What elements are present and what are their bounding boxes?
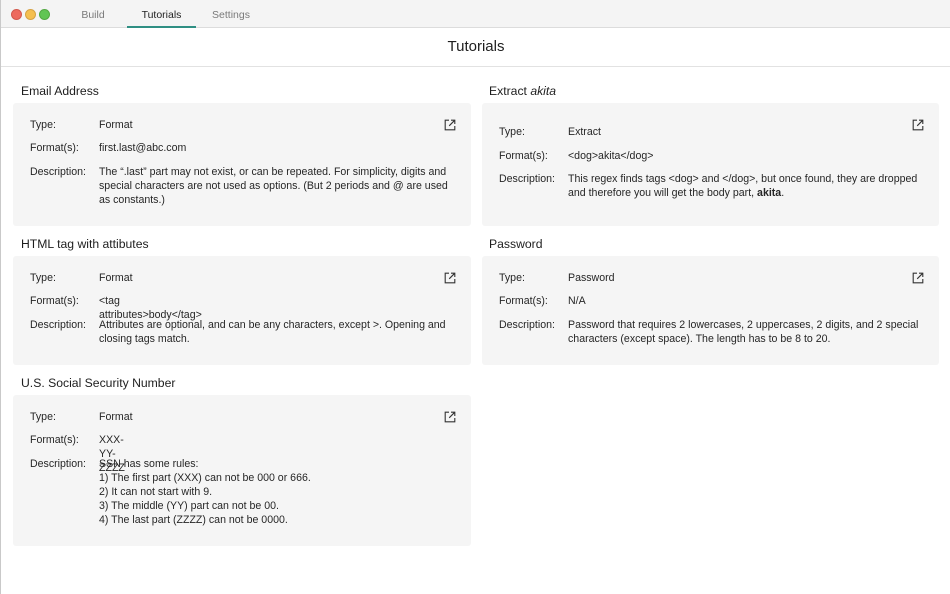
type-value: Format [99,272,133,284]
description-line: 4) The last part (ZZZZ) can not be 0000. [99,514,288,526]
tab-build-label: Build [81,9,105,21]
description-label: Description: [30,319,86,331]
description-line: closing tags match. [99,333,190,345]
external-link-icon[interactable] [912,272,924,284]
type-label: Type: [30,272,56,284]
formats-value: <dog>akita</dog> [568,150,654,162]
description-value: This regex finds tags <dog> and </dog>, … [568,172,928,200]
formats-label: Format(s): [30,434,79,446]
description-line: as constants.) [99,194,165,206]
description-line: Attributes are optional, and can be any … [99,319,446,331]
description-line: The “.last” part may not exist, or can b… [99,166,447,178]
ssn-card-title: U.S. Social Security Number [21,376,176,390]
type-value: Format [99,119,133,131]
tutorial-card-password: Type: Password Format(s): N/A Descriptio… [482,256,939,365]
header-divider [1,66,950,67]
active-tab-indicator [127,26,196,28]
description-label: Description: [499,173,555,185]
formats-label: Format(s): [499,295,548,307]
external-link-icon[interactable] [912,119,924,131]
description-label: Description: [499,319,555,331]
extract-title-italic: akita [530,84,557,98]
type-value: Password [568,272,615,284]
description-value: SSN has some rules: 1) The first part (X… [99,457,459,527]
html-card-title: HTML tag with attibutes [21,237,149,251]
description-line: 2) It can not start with 9. [99,486,213,498]
tutorial-card-ssn: Type: Format Format(s): XXX-YY-ZZZZ Desc… [13,395,471,546]
type-value: Format [99,411,133,423]
external-link-icon[interactable] [444,119,456,131]
description-text: . [781,187,785,199]
app-window: Build Tutorials Settings Tutorials Email… [0,0,950,594]
description-line: SSN has some rules: [99,458,199,470]
password-card-title: Password [489,237,543,251]
description-line: 3) The middle (YY) part can not be 00. [99,500,279,512]
close-window-button[interactable] [11,9,22,20]
minimize-window-button[interactable] [25,9,36,20]
description-label: Description: [30,458,86,470]
type-label: Type: [30,411,56,423]
formats-label: Format(s): [499,150,548,162]
tutorial-card-email: Type: Format Format(s): first.last@abc.c… [13,103,471,226]
external-link-icon[interactable] [444,411,456,423]
description-value: The “.last” part may not exist, or can b… [99,165,459,207]
tutorial-card-extract: Type: Extract Format(s): <dog>akita</dog… [482,103,939,226]
description-value: Attributes are optional, and can be any … [99,318,459,346]
formats-label: Format(s): [30,142,79,154]
tab-tutorials-label: Tutorials [141,9,182,21]
description-label: Description: [30,166,86,178]
tab-tutorials[interactable]: Tutorials [127,0,196,28]
description-line: characters (except space). The length ha… [568,333,831,345]
type-value: Extract [568,126,601,138]
tab-settings-label: Settings [212,9,250,21]
formats-label: Format(s): [30,295,79,307]
zoom-window-button[interactable] [39,9,50,20]
description-line: special characters are not used as optio… [99,180,448,192]
type-label: Type: [499,272,525,284]
description-line: Password that requires 2 lowercases, 2 u… [568,319,919,331]
tab-settings[interactable]: Settings [206,0,256,28]
external-link-icon[interactable] [444,272,456,284]
type-label: Type: [499,126,525,138]
formats-value: N/A [568,295,586,307]
page-title: Tutorials [447,38,505,55]
formats-value: first.last@abc.com [99,142,187,154]
type-label: Type: [30,119,56,131]
description-text: and therefore you will get the body part… [568,187,758,199]
description-line: 1) The first part (XXX) can not be 000 o… [99,472,311,484]
title-bar: Build Tutorials Settings [1,0,950,28]
extract-card-title: Extract akita [489,84,556,98]
description-bold-text: akita [757,187,782,199]
description-value: Password that requires 2 lowercases, 2 u… [568,318,928,346]
tab-build[interactable]: Build [73,0,113,28]
description-line: This regex finds tags <dog> and </dog>, … [568,173,918,185]
email-card-title: Email Address [21,84,99,98]
tutorial-card-html: Type: Format Format(s): <tag attributes>… [13,256,471,365]
description-line: and therefore you will get the body part… [568,186,928,200]
extract-title-prefix: Extract [489,84,531,98]
